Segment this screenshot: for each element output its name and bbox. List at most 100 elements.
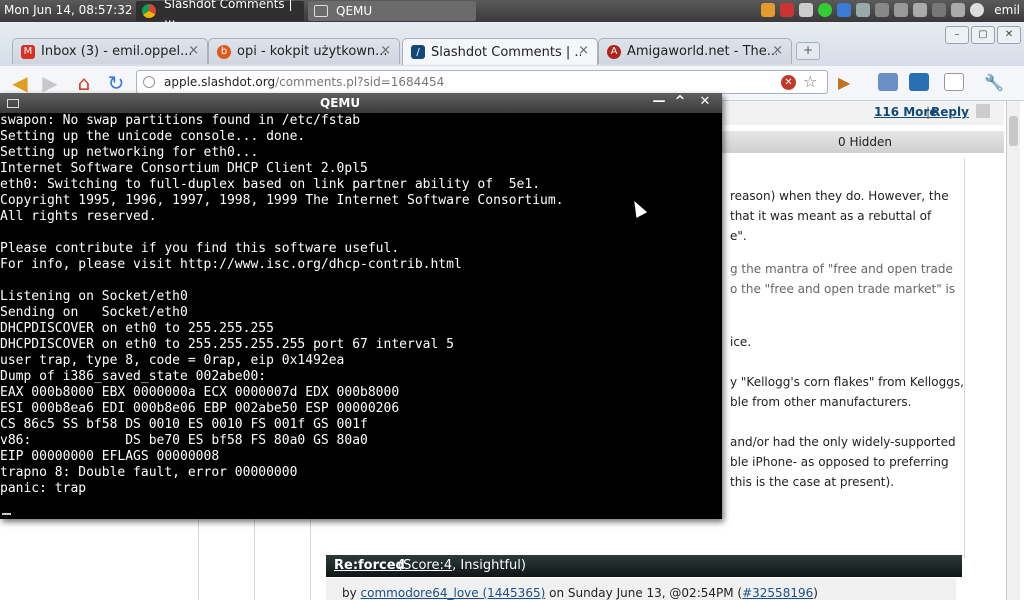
display-icon[interactable] [875, 3, 889, 17]
console-line: Please contribute if you find this softw… [0, 241, 400, 256]
by-prefix: by [342, 586, 361, 600]
mail-icon[interactable] [894, 3, 908, 17]
status-green-icon[interactable] [818, 3, 832, 17]
comment-text-line: reason) when they do. However, the [730, 189, 949, 203]
console-line: Setting up the unicode console... done. [0, 129, 306, 144]
comment-text-line: and/or had the only widely-supported [730, 435, 956, 449]
console-line: user trap, type 8, code = 0rap, eip 0x14… [0, 353, 345, 368]
minimize-button[interactable]: – [945, 26, 969, 44]
forward-icon[interactable]: ▶ [38, 71, 62, 95]
address-bar[interactable]: apple.slashdot.org/comments.pl?sid=16844… [136, 70, 828, 94]
extension-icon[interactable] [909, 73, 929, 91]
home-icon[interactable]: ⌂ [72, 71, 96, 95]
power-icon[interactable] [913, 3, 927, 17]
comment-text-line: ble iPhone- as opposed to preferring [730, 455, 949, 469]
console-line: EIP 00000000 EFLAGS 00000008 [0, 449, 220, 464]
close-window-button[interactable]: ✕ [997, 26, 1021, 44]
comment-nav-bar: 116 More | Reply [720, 101, 1004, 125]
tab-title: Inbox (3) - emil.oppel... [41, 44, 191, 59]
edit-icon[interactable] [976, 104, 990, 118]
divider [964, 158, 965, 558]
taskbar-item-browser[interactable]: Slashdot Comments | ... [136, 0, 304, 25]
user-menu[interactable]: emil [994, 3, 1020, 17]
reply-link[interactable]: Reply [931, 105, 969, 119]
comment-text-line: ice. [730, 335, 752, 349]
wrench-icon[interactable]: 🔧 [984, 73, 1004, 92]
hidden-comments-bar: 0 Hidden [720, 131, 1004, 153]
clock[interactable]: Mon Jun 14, 08:57:32 [4, 3, 132, 17]
console-line: v86: DS be70 ES bf58 FS 80a0 GS 80a0 [0, 433, 368, 448]
console-line: DHCPDISCOVER on eth0 to 255.255.255.255 … [0, 337, 454, 352]
console-line: panic: trap [0, 481, 87, 496]
back-icon[interactable]: ◀ [8, 71, 32, 95]
reload-icon[interactable]: ↻ [104, 71, 128, 95]
slashdot-icon: / [411, 45, 425, 59]
tab-inbox[interactable]: M Inbox (3) - emil.oppel... × [12, 38, 208, 64]
gmail-icon: M [21, 44, 35, 59]
qemu-titlebar[interactable]: QEMU — ^ ✕ [0, 93, 722, 113]
tab-slashdot[interactable]: / Slashdot Comments | ... × [402, 38, 598, 65]
new-tab-button[interactable]: + [796, 42, 820, 60]
volume-icon[interactable] [951, 3, 965, 17]
console-line: Dump of i386_saved_state 002abe00: [0, 369, 267, 384]
package-icon[interactable] [799, 3, 813, 17]
comment-text-line: o the "free and open trade market" is [730, 282, 956, 296]
tab-amigaworld[interactable]: A Amigaworld.net - The... × [598, 38, 792, 64]
close-tab-icon[interactable]: × [578, 43, 589, 58]
score-label: , Insightful) [452, 558, 526, 573]
close-tab-icon[interactable]: × [380, 43, 391, 58]
author-link[interactable]: commodore64_love (1445365) [361, 586, 546, 600]
score-link[interactable]: Score:4 [403, 558, 452, 573]
emulator-console[interactable]: swapon: No swap partitions found in /etc… [0, 113, 722, 513]
comment-id-link[interactable]: #32558196 [742, 586, 813, 600]
console-line: eth0: Switching to full-duplex based on … [0, 177, 541, 192]
page-info-icon[interactable] [143, 76, 155, 88]
window-menu-icon[interactable] [7, 99, 19, 108]
update-icon[interactable] [780, 3, 794, 17]
play-icon[interactable]: ▶ [838, 73, 858, 92]
console-line: EAX 000b8000 EBX 0000000a ECX 0000007d E… [0, 385, 400, 400]
comment-date: on Sunday June 13, @02:54PM ( [545, 586, 743, 600]
tab-strip: M Inbox (3) - emil.oppel... × b opi - ko… [0, 22, 1024, 66]
minimize-button[interactable]: — [650, 93, 668, 111]
bluetooth-icon[interactable] [932, 3, 946, 17]
system-tray [761, 3, 984, 17]
opera-icon: b [217, 44, 231, 59]
hidden-count: 0 Hidden [838, 135, 893, 149]
byline-text: by commodore64_love (1445365) on Sunday … [334, 582, 818, 600]
console-line: ESI 000b8ea6 EDI 000b8e06 EBP 002abe50 E… [0, 401, 400, 416]
console-line: swapon: No swap partitions found in /etc… [0, 113, 361, 128]
page-scrollbar[interactable] [1006, 101, 1020, 600]
taskbar-item-qemu[interactable]: QEMU [308, 1, 476, 21]
tab-opi[interactable]: b opi - kokpit użytkown... × [208, 38, 400, 64]
console-line: Setting up networking for eth0... [0, 145, 259, 160]
console-line: Copyright 1995, 1996, 1997, 1998, 1999 T… [0, 193, 564, 208]
stop-icon[interactable]: ✕ [781, 75, 796, 90]
close-tab-icon[interactable]: × [772, 43, 783, 58]
console-line: Internet Software Consortium DHCP Client… [0, 161, 368, 176]
scrollbar-thumb[interactable] [1009, 116, 1018, 146]
tab-title: opi - kokpit użytkown... [237, 44, 387, 59]
close-button[interactable]: ✕ [696, 93, 714, 111]
link-separator: | [926, 105, 931, 119]
console-line: Sending on Socket/eth0 [0, 305, 188, 320]
idle-extension-icon[interactable] [878, 73, 898, 91]
network-icon[interactable] [856, 3, 870, 17]
comment-text-line: that it was meant as a rebuttal of [730, 209, 932, 223]
comment-title-link[interactable]: Re:forced [334, 558, 405, 573]
window-title: QEMU [320, 96, 361, 110]
console-line: For info, please visit http://www.isc.or… [0, 257, 462, 272]
comment-text-line: this is the case at present). [730, 475, 895, 489]
maximize-button[interactable]: ▢ [971, 26, 995, 44]
chat-icon[interactable] [970, 3, 984, 17]
notes-icon[interactable] [761, 3, 775, 17]
tab-title: Amigaworld.net - The... [627, 44, 777, 59]
star-icon[interactable]: ☆ [803, 72, 817, 91]
dropbox-icon[interactable] [837, 3, 851, 17]
url-text: apple.slashdot.org/comments.pl?sid=16844… [164, 75, 444, 89]
maximize-button[interactable]: ^ [671, 93, 689, 111]
close-tab-icon[interactable]: × [188, 43, 199, 58]
page-menu-icon[interactable] [944, 73, 964, 91]
comment-header: Re:forced (Score:4, Insightful) [326, 555, 962, 577]
